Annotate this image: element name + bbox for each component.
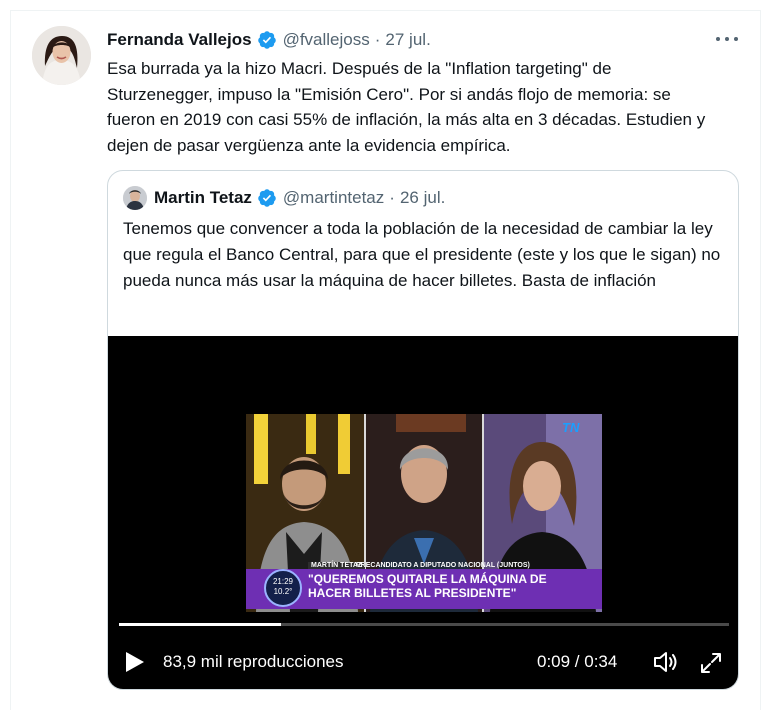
tweet-date[interactable]: 27 jul. bbox=[385, 30, 430, 50]
video-frame: TN MARTÍN TETAZ PRECANDIDATO A DIPUTADO … bbox=[246, 414, 602, 612]
quoted-tweet[interactable]: Martin Tetaz @martintetaz · 26 jul. Tene… bbox=[107, 170, 739, 690]
channel-logo: TN bbox=[562, 420, 580, 435]
more-options-icon[interactable] bbox=[716, 34, 738, 44]
tweet-text: Esa burrada ya la hizo Macri. Después de… bbox=[107, 59, 706, 155]
quoted-author-handle: @martintetaz bbox=[282, 188, 385, 207]
author-handle[interactable]: @fvallejoss bbox=[283, 30, 370, 50]
clock-badge: 21:29 10.2° bbox=[264, 569, 302, 607]
quoted-author-avatar bbox=[123, 186, 147, 210]
video-controls: 83,9 mil reproducciones 0:09 / 0:34 bbox=[108, 642, 738, 682]
clock-temp: 10.2° bbox=[273, 587, 293, 596]
video-progress-bar[interactable] bbox=[119, 623, 729, 626]
volume-icon[interactable] bbox=[653, 651, 679, 673]
quoted-header-separator: · bbox=[389, 188, 395, 207]
caption-role: PRECANDIDATO A DIPUTADO NACIONAL (JUNTOS… bbox=[356, 562, 530, 569]
caption-line-2: HACER BILLETES AL PRESIDENTE" bbox=[308, 586, 517, 600]
author-avatar[interactable] bbox=[32, 26, 91, 85]
verified-badge-icon bbox=[258, 189, 276, 207]
video-player[interactable]: TN MARTÍN TETAZ PRECANDIDATO A DIPUTADO … bbox=[108, 336, 738, 689]
play-icon[interactable] bbox=[126, 652, 144, 672]
author-name[interactable]: Fernanda Vallejos bbox=[107, 30, 252, 50]
header-separator: · bbox=[374, 30, 381, 49]
clock-time: 21:29 bbox=[272, 577, 294, 586]
tweet-header: Fernanda Vallejos @fvallejoss · 27 jul. bbox=[107, 28, 431, 52]
video-progress-fill bbox=[119, 623, 281, 626]
verified-badge-icon bbox=[257, 31, 276, 49]
quoted-tweet-text: Tenemos que convencer a toda la població… bbox=[123, 219, 721, 290]
view-count: 83,9 mil reproducciones bbox=[163, 652, 344, 671]
quoted-tweet-header: Martin Tetaz @martintetaz · 26 jul. bbox=[123, 185, 445, 211]
quoted-tweet-date: 26 jul. bbox=[399, 188, 446, 207]
caption-line-1: "QUEREMOS QUITARLE LA MÁQUINA DE bbox=[308, 572, 547, 586]
quoted-author-name: Martin Tetaz bbox=[154, 188, 252, 207]
fullscreen-icon[interactable] bbox=[699, 651, 723, 675]
time-display: 0:09 / 0:34 bbox=[537, 652, 618, 671]
